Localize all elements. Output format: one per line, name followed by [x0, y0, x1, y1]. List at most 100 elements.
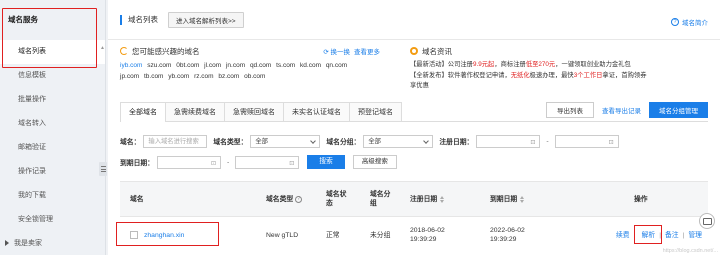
domain-filter-label: 域名： — [120, 139, 141, 146]
suggest-domain[interactable]: 0bt.com — [176, 62, 199, 69]
col-domain: 域名 — [130, 195, 144, 203]
exp-date-cell: 2022-06-02 19:39:29 — [490, 227, 525, 243]
news-item[interactable]: 【全新发布】软件著作权登记申请，无纸化极速办理，最快3个工作日拿证，首购领券 — [410, 71, 680, 82]
sidebar-header: 域名服务 — [8, 15, 38, 24]
main-content: 域名列表 进入域名解析列表>> ? 域名简介 您可能感兴趣的域名 ⟳ 换一换 查看… — [108, 0, 720, 255]
tab-preregistered[interactable]: 预登记域名 — [349, 102, 402, 121]
reg-date-start-input[interactable]: ⊡ — [476, 134, 541, 148]
row-checkbox[interactable] — [130, 231, 138, 239]
calendar-icon: ⊡ — [289, 160, 295, 167]
sidebar-item-downloads[interactable]: 我的下载 — [0, 184, 105, 208]
chevron-down-icon — [310, 137, 317, 144]
sidebar-item-op-records[interactable]: 操作记录 — [0, 160, 105, 184]
exp-date-start-input[interactable]: ⊡ — [156, 155, 221, 169]
search-button[interactable]: 搜索 — [307, 155, 345, 169]
sidebar-item-domain-list[interactable]: 域名列表 — [0, 40, 105, 64]
help-link[interactable]: ? 域名简介 — [671, 17, 708, 27]
col-group: 域名分组 — [370, 191, 391, 207]
suggest-domain[interactable]: jn.com — [226, 62, 245, 69]
help-icon: ? — [295, 195, 303, 203]
news-title: 域名资讯 — [422, 46, 452, 56]
news-icon — [410, 47, 418, 55]
reg-date-label: 注册日期： — [439, 139, 474, 146]
sidebar-item-info-template[interactable]: 信息模板 — [0, 64, 105, 88]
export-records-link[interactable]: 查看导出记录 — [602, 105, 641, 115]
suggest-domain[interactable]: jp.com — [120, 73, 139, 80]
refresh-link[interactable]: ⟳ 换一换 — [323, 46, 350, 56]
manage-link[interactable]: 管理 — [688, 231, 702, 240]
group-cell: 未分组 — [370, 231, 391, 239]
news-panel: 域名资讯 【最新活动】公司注册9.9元起，商标注册低至270元，一键领取创业助力… — [410, 44, 680, 96]
news-item-cont: 享优惠 — [410, 82, 429, 89]
news-item[interactable]: 【最新活动】公司注册9.9元起，商标注册低至270元，一键领取创业助力金礼包 — [410, 60, 680, 71]
domain-search-input[interactable]: 输入域名进行搜索 — [143, 134, 208, 148]
tab-all-domains[interactable]: 全部域名 — [120, 102, 166, 122]
suggest-domain[interactable]: iyb.com — [120, 62, 142, 69]
sidebar: 域名服务 域名列表 信息模板 批量操作 域名转入 邮箱验证 操作记录 我的下载 … — [0, 0, 106, 255]
col-reg-date[interactable]: 注册日期 — [410, 182, 445, 216]
export-list-button[interactable]: 导出列表 — [546, 102, 594, 118]
sort-icon — [520, 195, 525, 203]
scroll-up-icon[interactable]: ▲ — [100, 45, 105, 51]
question-icon: ? — [671, 18, 679, 26]
exp-date-end-input[interactable]: ⊡ — [235, 155, 300, 169]
sort-icon — [440, 195, 445, 203]
page-title: 域名列表 — [128, 15, 158, 24]
reg-date-end-input[interactable]: ⊡ — [554, 134, 619, 148]
see-more-link[interactable]: 查看更多 — [354, 46, 380, 56]
suggest-domain[interactable]: kd.com — [300, 62, 321, 69]
suggest-domain[interactable]: szu.com — [147, 62, 171, 69]
tab-renew-urgent[interactable]: 急需续费域名 — [165, 102, 225, 121]
suggest-domain[interactable]: rz.com — [194, 73, 214, 80]
suggest-domain[interactable]: qd.com — [250, 62, 271, 69]
sidebar-item-domain-transfer[interactable]: 域名转入 — [0, 112, 105, 136]
suggest-list: iyb.com szu.com 0bt.com jl.com jn.com qd… — [120, 60, 380, 82]
type-filter-label: 域名类型： — [213, 139, 248, 146]
watermark: https://blog.csdn.net/... — [662, 248, 718, 254]
domain-cell: zhanghan.xin — [130, 218, 184, 252]
suggest-domain[interactable]: ob.com — [244, 73, 265, 80]
calendar-icon: ⊡ — [608, 139, 614, 146]
tab-redeem-urgent[interactable]: 急需赎回域名 — [224, 102, 284, 121]
col-status: 域名状态 — [326, 191, 347, 207]
calendar-icon: ⊡ — [530, 139, 536, 146]
dns-list-button[interactable]: 进入域名解析列表>> — [168, 11, 244, 28]
chat-icon[interactable] — [699, 213, 715, 229]
remark-link[interactable]: 备注 — [665, 231, 679, 240]
col-type: 域名类型? — [266, 182, 303, 216]
sidebar-item-seller-label: 我是卖家 — [14, 240, 42, 247]
table-row: zhanghan.xin New gTLD 正常 未分组 2018-06-02 1… — [120, 218, 708, 255]
group-filter-label: 域名分组： — [326, 139, 361, 146]
col-exp-date[interactable]: 到期日期 — [490, 182, 525, 216]
suggest-domain[interactable]: yb.com — [168, 73, 189, 80]
exp-date-label: 到期日期： — [120, 160, 154, 167]
news-list: 【最新活动】公司注册9.9元起，商标注册低至270元，一键领取创业助力金礼包 【… — [410, 60, 680, 92]
suggest-domain[interactable]: tb.com — [144, 73, 164, 80]
suggest-domain[interactable]: qn.com — [326, 62, 347, 69]
filter-form: 域名： 输入域名进行搜索 域名类型： 全部 域名分组： 全部 注册日期： ⊡ -… — [120, 132, 708, 174]
sidebar-item-batch-ops[interactable]: 批量操作 — [0, 88, 105, 112]
table-header: 域名 域名类型? 域名状态 域名分组 注册日期 到期日期 操作 — [120, 181, 708, 217]
group-manage-button[interactable]: 域名分组管理 — [649, 102, 708, 118]
ops-cell: 续费 解析 | 备注 | 管理 — [616, 231, 702, 240]
domain-link[interactable]: zhanghan.xin — [144, 231, 184, 240]
suggest-panel: 您可能感兴趣的域名 ⟳ 换一换 查看更多 iyb.com szu.com 0bt… — [120, 44, 380, 96]
sidebar-item-seller[interactable]: 我是卖家 — [0, 232, 105, 255]
suggest-domain[interactable]: ts.com — [276, 62, 295, 69]
domain-type-select[interactable]: 全部 — [250, 134, 321, 148]
sidebar-collapse-handle[interactable] — [99, 162, 107, 176]
domain-group-select[interactable]: 全部 — [363, 134, 434, 148]
help-link-label: 域名简介 — [682, 20, 708, 27]
advanced-search-button[interactable]: 高级搜索 — [352, 155, 397, 169]
suggest-domain[interactable]: bz.com — [218, 73, 239, 80]
sidebar-item-security-lock[interactable]: 安全锁管理 — [0, 208, 105, 232]
date-separator: - — [546, 137, 549, 145]
sidebar-item-email-verify[interactable]: 邮箱验证 — [0, 136, 105, 160]
caret-right-icon — [5, 240, 9, 247]
tab-unverified[interactable]: 未实名认证域名 — [283, 102, 350, 121]
resolve-link[interactable]: 解析 — [642, 231, 656, 240]
tab-bar: 全部域名 急需续费域名 急需赎回域名 未实名认证域名 预登记域名 导出列表 查看… — [120, 102, 708, 122]
suggest-domain[interactable]: jl.com — [204, 62, 221, 69]
date-separator: - — [226, 158, 230, 166]
renew-link[interactable]: 续费 — [616, 231, 630, 240]
